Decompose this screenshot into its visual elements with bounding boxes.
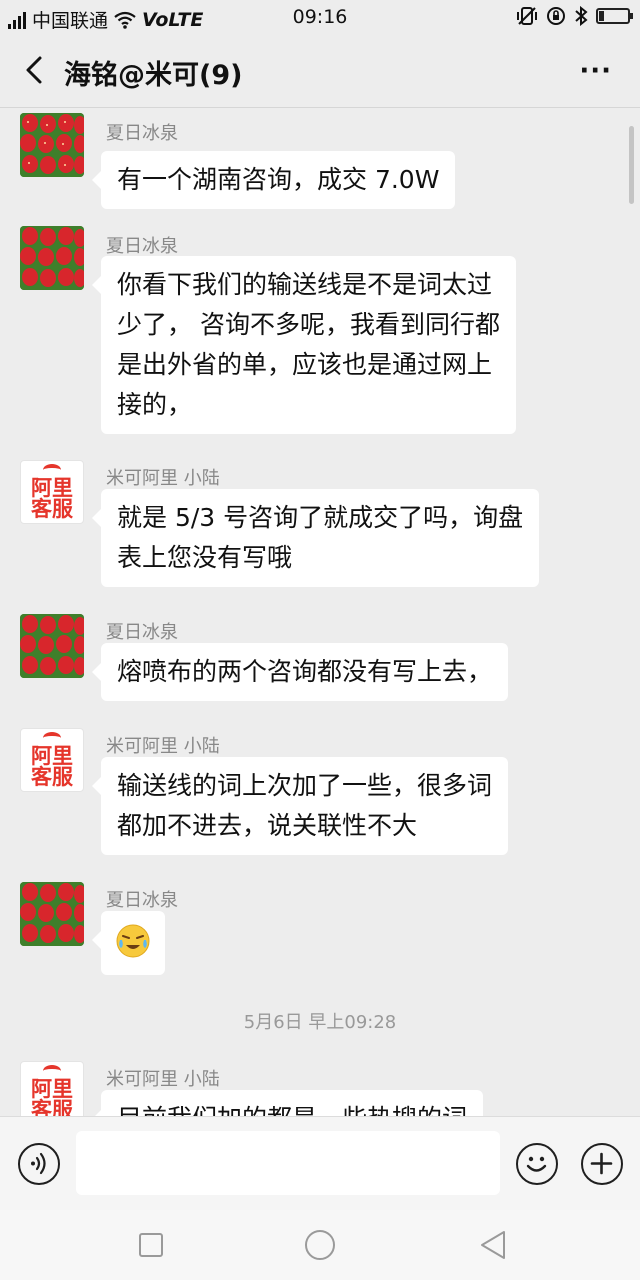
rotation-lock-icon xyxy=(547,7,565,25)
message-bubble[interactable]: 你看下我们的输送线是不是词太过 少了， 咨询不多呢，我看到同行都 是出外省的单，… xyxy=(92,256,516,434)
message-line: 输送线的词上次加了一些，很多词 xyxy=(117,771,493,800)
emoji-button[interactable] xyxy=(516,1143,558,1185)
ali-kefu-avatar[interactable]: 阿里 客服 xyxy=(20,728,84,792)
message-line: 接的， xyxy=(117,390,193,419)
message-line: 少了， 咨询不多呢，我看到同行都 xyxy=(117,310,500,339)
chat-title: 海铭@米可(9) xyxy=(64,60,243,91)
plus-icon xyxy=(590,1152,613,1175)
sender-name: 夏日冰泉 xyxy=(106,622,178,643)
ali-kefu-avatar[interactable]: 阿里 客服 xyxy=(20,460,84,524)
strawberry-avatar[interactable] xyxy=(20,113,84,177)
recent-apps-icon[interactable] xyxy=(139,1233,163,1257)
back-icon[interactable] xyxy=(18,52,54,88)
status-bar: 中国联通 VoLTE 09:16 xyxy=(0,0,640,34)
kefu-logo-line2: 客服 xyxy=(31,765,73,789)
message-bubble[interactable]: 就是 5/3 号咨询了就成交了吗，询盘 表上您没有写哦 xyxy=(91,489,540,587)
kefu-logo-line2: 客服 xyxy=(31,1098,73,1117)
kefu-logo-line1: 阿里 xyxy=(31,1077,73,1101)
chat-header: 海铭@米可(9) ··· xyxy=(0,34,640,108)
message-bubble[interactable]: 目前我们加的都是一些热搜的词 xyxy=(91,1090,484,1116)
message-line: 有一个湖南咨询，成交 7.0W xyxy=(117,165,440,194)
status-right xyxy=(516,6,633,26)
message-line: 熔喷布的两个咨询都没有写上去， xyxy=(117,657,493,686)
system-nav-bar xyxy=(0,1210,640,1280)
sender-name: 米可阿里 小陆 xyxy=(106,1069,220,1090)
message-line: 你看下我们的输送线是不是词太过 xyxy=(117,270,493,299)
crying-laughing-emoji xyxy=(116,924,150,958)
battery-icon xyxy=(596,8,633,24)
strawberry-avatar[interactable] xyxy=(20,614,84,678)
voice-icon xyxy=(31,1152,46,1175)
more-options-button[interactable]: ··· xyxy=(579,56,612,86)
kefu-logo-line1: 阿里 xyxy=(31,476,73,500)
sender-name: 夏日冰泉 xyxy=(106,890,178,911)
message-bubble[interactable] xyxy=(92,911,165,975)
message-bubble[interactable]: 熔喷布的两个咨询都没有写上去， xyxy=(91,643,509,701)
scrollbar[interactable] xyxy=(629,126,634,204)
message-line: 是出外省的单，应该也是通过网上 xyxy=(117,350,493,379)
plus-button[interactable] xyxy=(581,1143,623,1185)
vibrate-icon xyxy=(517,7,537,25)
message-line: 都加不进去，说关联性不大 xyxy=(117,811,418,840)
message-line: 表上您没有写哦 xyxy=(117,543,293,572)
input-bar xyxy=(0,1116,640,1210)
message-bubble[interactable]: 有一个湖南咨询，成交 7.0W xyxy=(91,151,456,209)
chat-message-list[interactable]: 夏日冰泉 有一个湖南咨询，成交 7.0W 夏日冰泉 你看下我们的输送线是不是词太… xyxy=(0,109,640,1116)
back-triangle-icon[interactable] xyxy=(476,1228,510,1262)
ali-kefu-avatar[interactable]: 阿里 客服 xyxy=(20,1061,84,1116)
voice-button[interactable] xyxy=(18,1143,60,1185)
strawberry-avatar[interactable] xyxy=(20,226,84,290)
sender-name: 米可阿里 小陆 xyxy=(106,468,220,489)
message-line: 目前我们加的都是一些热搜的词 xyxy=(117,1099,467,1116)
emoji-icon xyxy=(526,1156,547,1172)
message-timestamp: 5月6日 早上09:28 xyxy=(243,1012,397,1033)
bluetooth-icon xyxy=(575,6,588,26)
message-line: 就是 5/3 号咨询了就成交了吗，询盘 xyxy=(117,503,524,532)
sender-name: 夏日冰泉 xyxy=(106,123,178,144)
message-bubble[interactable]: 输送线的词上次加了一些，很多词 都加不进去，说关联性不大 xyxy=(91,757,509,855)
sender-name: 夏日冰泉 xyxy=(106,236,178,257)
kefu-logo-line2: 客服 xyxy=(31,497,73,521)
message-input[interactable] xyxy=(76,1131,500,1195)
home-icon[interactable] xyxy=(305,1230,335,1260)
strawberry-avatar[interactable] xyxy=(20,882,84,946)
sender-name: 米可阿里 小陆 xyxy=(106,736,220,757)
kefu-logo-line1: 阿里 xyxy=(31,744,73,768)
